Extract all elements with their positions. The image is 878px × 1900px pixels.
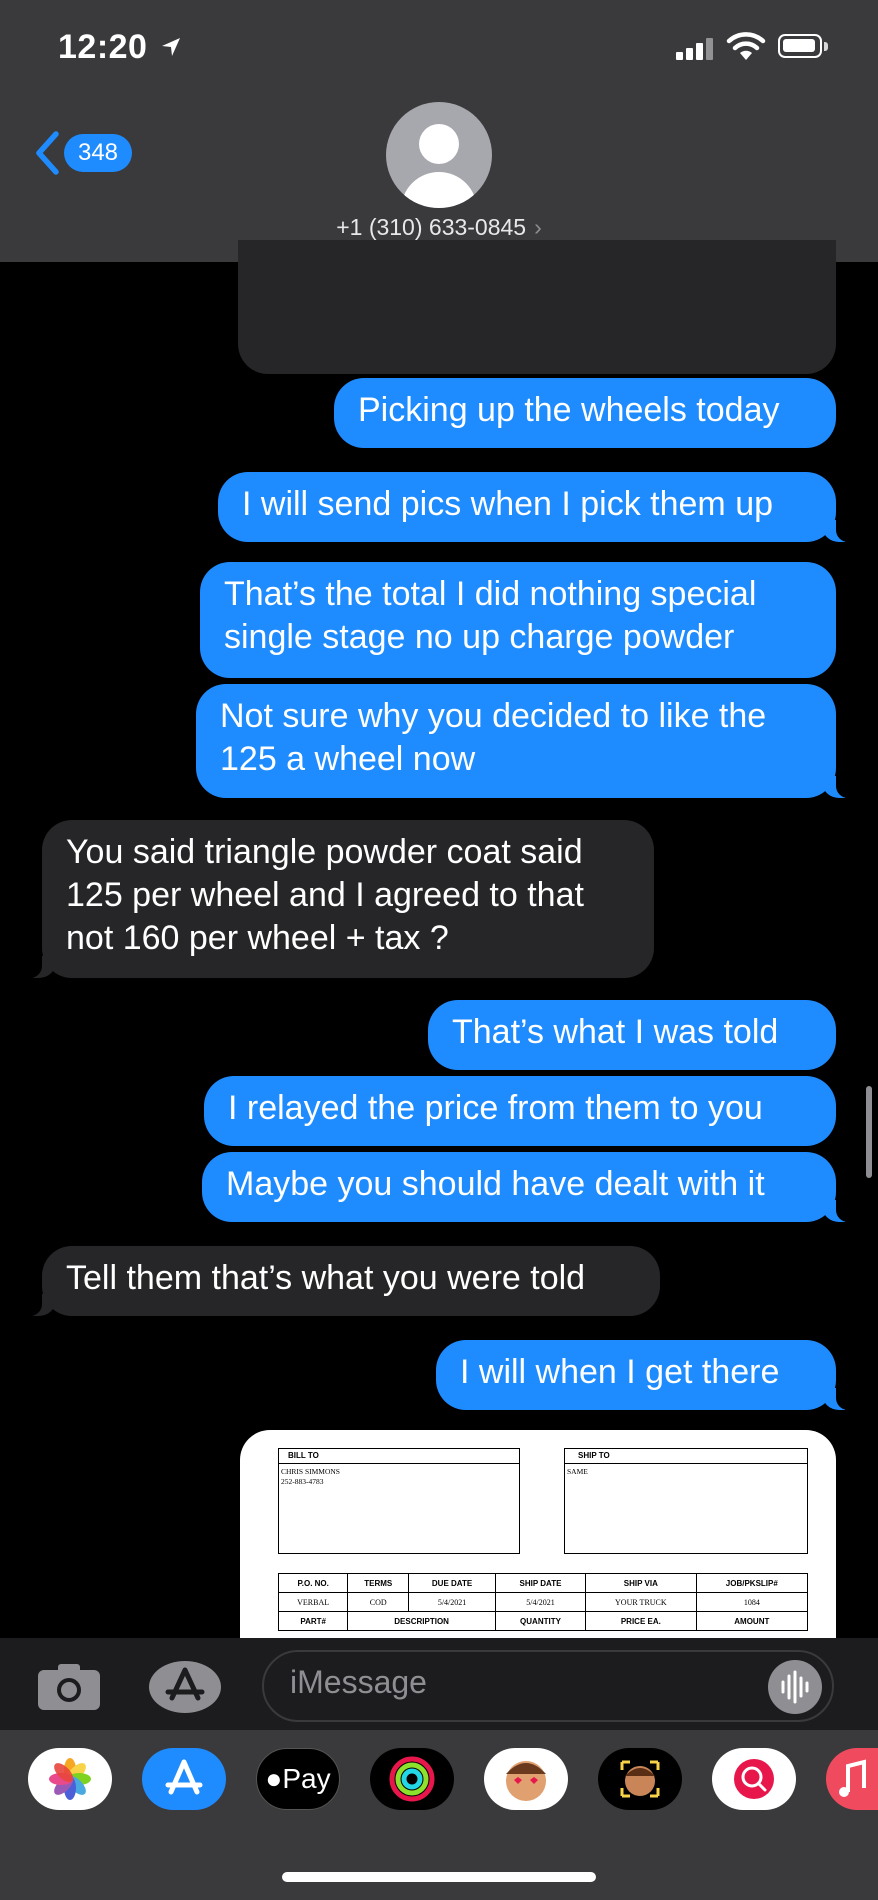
back-chevron-icon[interactable] (34, 130, 60, 176)
cellular-signal-icon (676, 38, 716, 60)
val-terms: COD (347, 1592, 410, 1612)
invoice-header-row: P.O. NO. TERMS DUE DATE SHIP DATE SHIP V… (277, 1573, 809, 1593)
apple-pay-label: ●Pay (257, 1749, 339, 1809)
col-job: JOB/PKSLIP# (695, 1573, 809, 1593)
status-time: 12:20 (58, 28, 148, 66)
message-text: Tell them that’s what you were told (66, 1259, 586, 1297)
message-text-line: 125 per wheel and I agreed to that (66, 876, 584, 914)
message-text-line: You said triangle powder coat said (66, 833, 583, 871)
message-text: I relayed the price from them to you (228, 1089, 763, 1127)
animoji-face-icon (620, 1760, 660, 1798)
col-terms: TERMS (347, 1573, 410, 1593)
message-input-placeholder: iMessage (290, 1664, 427, 1700)
wifi-icon (726, 32, 766, 60)
message-text-line: single stage no up charge powder (224, 618, 735, 656)
message-bubble-sent[interactable]: That’s the total I did nothing special s… (200, 562, 836, 678)
message-bubble-sent[interactable]: Maybe you should have dealt with it (202, 1152, 858, 1222)
val-po: VERBAL (277, 1592, 349, 1612)
previous-message-bubble[interactable] (238, 240, 836, 374)
col-ship-date: SHIP DATE (494, 1573, 587, 1593)
col-quantity: QUANTITY (494, 1611, 587, 1631)
photos-icon[interactable] (28, 1748, 112, 1810)
animoji-icon[interactable] (598, 1748, 682, 1810)
home-indicator[interactable] (282, 1872, 596, 1882)
message-bubble-sent[interactable]: Picking up the wheels today (334, 378, 836, 448)
web-search-icon[interactable] (712, 1748, 796, 1810)
col-ship-via: SHIP VIA (585, 1573, 697, 1593)
apple-logo-icon: ● (265, 1763, 283, 1794)
unread-count-badge[interactable]: 348 (64, 134, 132, 172)
activity-icon[interactable] (370, 1748, 454, 1810)
bill-to-name: CHRIS SIMMONS (281, 1467, 340, 1476)
invoice-items-header-row: PART# DESCRIPTION QUANTITY PRICE EA. AMO… (277, 1611, 809, 1631)
val-ship-via: YOUR TRUCK (585, 1592, 697, 1612)
ship-to-label: SHIP TO (578, 1451, 610, 1460)
message-bubble-sent[interactable]: That’s what I was told (428, 1000, 836, 1070)
music-note-icon (839, 1759, 866, 1797)
val-job: 1084 (695, 1592, 809, 1612)
memoji-face-icon (506, 1761, 546, 1801)
message-text: Picking up the wheels today (358, 391, 780, 429)
message-text: I will send pics when I pick them up (242, 485, 774, 523)
message-bubble-sent[interactable]: I will send pics when I pick them up (218, 472, 858, 542)
waveform-icon (781, 1670, 809, 1704)
val-due-date: 5/4/2021 (408, 1592, 496, 1612)
col-amount: AMOUNT (695, 1611, 809, 1631)
app-store-button-icon[interactable] (148, 1660, 222, 1714)
apple-pay-text: Pay (282, 1763, 331, 1794)
bill-to-label: BILL TO (288, 1451, 319, 1460)
col-price: PRICE EA. (585, 1611, 697, 1631)
memoji-stickers-icon[interactable] (484, 1748, 568, 1810)
col-po: P.O. NO. (277, 1573, 349, 1593)
contact-name[interactable]: +1 (310) 633-0845 › (0, 214, 878, 241)
message-text-line: not 160 per wheel + tax ? (66, 919, 449, 957)
audio-message-button[interactable] (768, 1660, 822, 1714)
message-text: Maybe you should have dealt with it (226, 1165, 765, 1203)
message-bubble-sent[interactable]: Not sure why you decided to like the 125… (196, 684, 858, 798)
location-arrow-icon (162, 38, 180, 56)
invoice-table: P.O. NO. TERMS DUE DATE SHIP DATE SHIP V… (277, 1573, 809, 1631)
message-bubble-received[interactable]: Tell them that’s what you were told (20, 1246, 660, 1316)
bill-to-phone: 252-883-4783 (281, 1477, 324, 1486)
invoice-value-row: VERBAL COD 5/4/2021 5/4/2021 YOUR TRUCK … (277, 1592, 809, 1612)
message-bubble-sent[interactable]: I relayed the price from them to you (204, 1076, 836, 1146)
scroll-indicator[interactable] (866, 1086, 872, 1178)
app-store-glyph-icon (165, 1759, 203, 1795)
camera-icon[interactable] (36, 1662, 102, 1712)
val-ship-date: 5/4/2021 (494, 1592, 587, 1612)
col-due-date: DUE DATE (408, 1573, 496, 1593)
message-bubble-received[interactable]: You said triangle powder coat said 125 p… (20, 820, 654, 978)
contact-number: +1 (310) 633-0845 (336, 214, 527, 240)
col-part: PART# (277, 1611, 349, 1631)
app-store-icon[interactable] (142, 1748, 226, 1810)
message-text-line: 125 a wheel now (220, 740, 476, 778)
message-text-line: Not sure why you decided to like the (220, 697, 767, 735)
ship-to-value: SAME (567, 1467, 588, 1476)
activity-rings-icon (389, 1756, 435, 1802)
globe-search-icon (734, 1759, 774, 1799)
apple-pay-icon[interactable]: ●Pay (256, 1748, 340, 1810)
contact-avatar[interactable] (386, 102, 492, 208)
col-description: DESCRIPTION (347, 1611, 496, 1631)
message-bubble-sent[interactable]: I will when I get there (436, 1340, 858, 1410)
message-text: I will when I get there (460, 1353, 780, 1391)
invoice-image-attachment[interactable]: BILL TO CHRIS SIMMONS 252-883-4783 SHIP … (240, 1430, 836, 1640)
battery-icon (778, 34, 822, 58)
battery-tip (824, 42, 828, 51)
message-text-line: That’s the total I did nothing special (224, 575, 757, 613)
photos-flower-icon (49, 1758, 91, 1800)
message-text: That’s what I was told (452, 1013, 779, 1051)
music-icon[interactable] (826, 1748, 878, 1810)
contact-chevron-icon: › (534, 214, 542, 240)
